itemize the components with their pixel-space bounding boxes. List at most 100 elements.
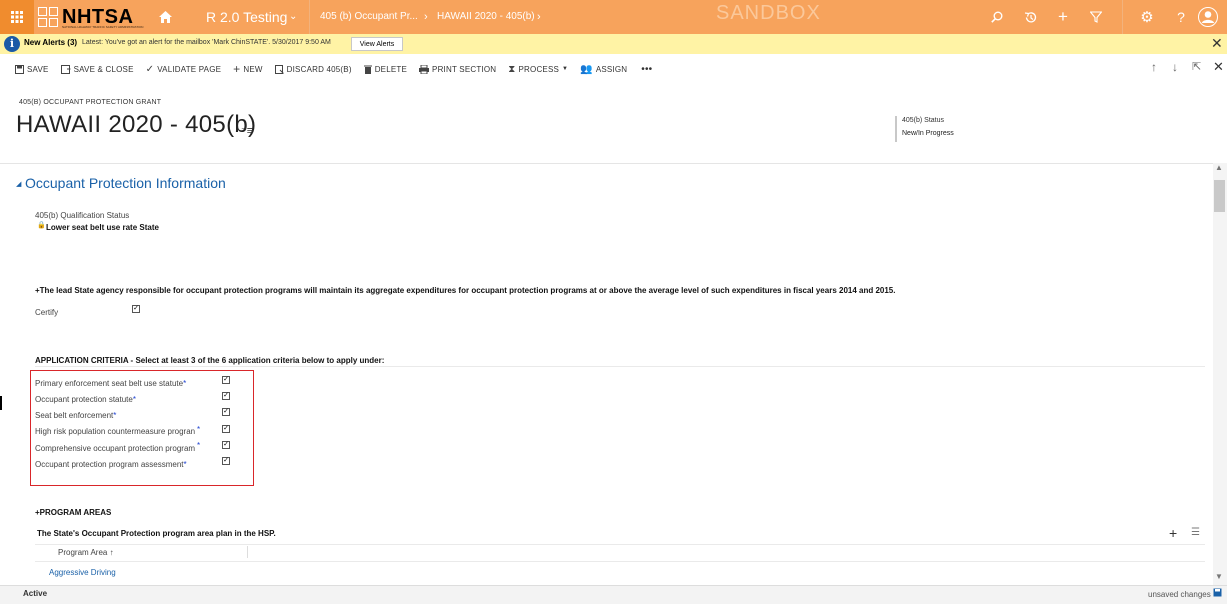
status-divider <box>895 116 897 142</box>
save-icon[interactable] <box>1213 588 1222 599</box>
info-icon: i <box>4 36 20 52</box>
app-grid-icon-svg <box>11 11 23 23</box>
status-label: 405(b) Status <box>902 117 945 124</box>
gear-icon[interactable]: ⚙ <box>1132 0 1162 34</box>
unsaved-changes-label: unsaved changes <box>1148 590 1211 599</box>
certify-checkbox[interactable]: ✓ <box>132 305 140 313</box>
close-record-icon[interactable]: ✕ <box>1213 59 1224 75</box>
print-icon <box>419 64 430 74</box>
home-icon[interactable] <box>150 0 180 34</box>
criteria-checkbox-occupant-protection-statute[interactable]: ✓ <box>222 392 230 400</box>
user-avatar-icon[interactable] <box>1193 0 1223 34</box>
print-section-button[interactable]: PRINT SECTION <box>419 64 496 74</box>
status-value: New/In Progress <box>902 130 954 137</box>
trash-icon <box>363 65 372 74</box>
plus-icon[interactable]: + <box>1048 0 1078 34</box>
grid-row-link[interactable]: Aggressive Driving <box>49 568 116 577</box>
help-icon[interactable]: ? <box>1166 0 1196 34</box>
process-icon: ⧗ <box>508 63 516 75</box>
close-icon[interactable]: ✕ <box>1211 35 1223 52</box>
history-icon[interactable] <box>1015 0 1045 34</box>
grid-top-border <box>35 544 1205 545</box>
section-collapse-icon[interactable]: ◢ <box>16 180 21 188</box>
section-title[interactable]: Occupant Protection Information <box>25 175 226 191</box>
criteria-heading: APPLICATION CRITERIA - Select at least 3… <box>35 356 385 365</box>
more-commands-button[interactable]: ••• <box>641 64 652 75</box>
grid-view-icon[interactable]: ☰ <box>1191 527 1200 538</box>
view-alerts-button[interactable]: View Alerts <box>351 37 403 51</box>
save-close-label: SAVE & CLOSE <box>73 64 134 74</box>
discard-button[interactable]: DISCARD 405(B) <box>274 64 352 74</box>
criteria-checkbox-high-risk[interactable]: ✓ <box>222 425 230 433</box>
app-name[interactable]: R 2.0 Testing <box>206 0 287 34</box>
assign-label: ASSIGN <box>595 64 628 74</box>
criteria-divider <box>35 366 1205 367</box>
add-program-area-icon[interactable]: + <box>1169 525 1177 541</box>
chevron-down-icon: ▼ <box>562 66 569 72</box>
delete-label: DELETE <box>374 64 408 74</box>
logo-tiles <box>38 7 58 27</box>
popout-icon[interactable]: ⇱ <box>1192 60 1201 73</box>
criteria-label-comprehensive: Comprehensive occupant protection progra… <box>35 444 195 453</box>
grid-column-header-program-area[interactable]: Program Area ↑ <box>58 548 114 557</box>
alert-message: Latest: You've got an alert for the mail… <box>82 39 331 46</box>
validate-icon: ✓ <box>145 63 155 75</box>
chevron-down-icon[interactable]: ⌄ <box>289 0 297 34</box>
criteria-label-seat-belt-enforcement: Seat belt enforcement* <box>35 411 117 420</box>
record-state: Active <box>23 589 48 598</box>
process-button[interactable]: ⧗ PROCESS ▼ <box>508 64 568 75</box>
search-icon[interactable] <box>982 0 1012 34</box>
app-grid-icon[interactable] <box>0 0 34 34</box>
breadcrumb-record[interactable]: HAWAII 2020 - 405(b) <box>437 0 535 34</box>
command-bar: SAVE SAVE & CLOSE ✓ VALIDATE PAGE + NEW … <box>0 58 1227 80</box>
maintain-statement: +The lead State agency responsible for o… <box>35 286 896 295</box>
criteria-checkbox-seat-belt-enforcement[interactable]: ✓ <box>222 408 230 416</box>
header-divider <box>0 163 1213 164</box>
alert-title: New Alerts (3) <box>24 38 78 47</box>
criteria-label-occupant-protection-statute: Occupant protection statute* <box>35 395 136 404</box>
required-marker: * <box>197 441 201 450</box>
arrow-up-icon[interactable]: ↑ <box>1151 60 1157 74</box>
grid-header-border <box>35 561 1205 562</box>
nav-separator <box>1122 0 1123 34</box>
breadcrumb-entity[interactable]: 405 (b) Occupant Pr... <box>320 0 418 34</box>
entity-label: 405(B) OCCUPANT PROTECTION GRANT <box>19 99 162 106</box>
scrollbar-thumb[interactable] <box>1214 180 1225 212</box>
required-marker: * <box>197 425 201 434</box>
delete-button[interactable]: DELETE <box>363 64 408 74</box>
new-label: NEW <box>243 64 263 74</box>
scrollbar-track[interactable] <box>1213 163 1227 585</box>
validate-page-button[interactable]: ✓ VALIDATE PAGE <box>146 64 222 75</box>
grid-column-separator <box>247 546 248 558</box>
arrow-down-icon[interactable]: ↓ <box>1172 60 1178 74</box>
chevron-right-icon[interactable]: › <box>537 0 541 34</box>
certify-label: Certify <box>35 308 59 317</box>
program-areas-heading: +PROGRAM AREAS <box>35 508 112 517</box>
nhtsa-logo[interactable]: NHTSA NATIONAL HIGHWAY TRAFFIC SAFETY AD… <box>38 3 143 31</box>
discard-label: DISCARD 405(B) <box>286 64 352 74</box>
save-icon <box>15 64 24 74</box>
new-button[interactable]: + NEW <box>233 62 262 76</box>
scroll-up-icon[interactable]: ▲ <box>1215 163 1223 172</box>
process-label: PROCESS <box>518 64 560 74</box>
qualification-value: Lower seat belt use rate State <box>46 223 159 232</box>
save-button[interactable]: SAVE <box>15 64 49 74</box>
criteria-checkbox-assessment[interactable]: ✓ <box>222 457 230 465</box>
program-plan-label: The State's Occupant Protection program … <box>37 529 276 538</box>
criteria-label-primary-enforcement: Primary enforcement seat belt use statut… <box>35 379 187 388</box>
plus-icon: + <box>233 62 241 76</box>
criteria-checkbox-primary-enforcement[interactable]: ✓ <box>222 376 230 384</box>
record-title: HAWAII 2020 - 405(b) <box>16 111 257 138</box>
scroll-down-icon[interactable]: ▼ <box>1215 572 1223 581</box>
filter-icon[interactable] <box>1081 0 1111 34</box>
criteria-label-high-risk: High risk population countermeasure prog… <box>35 427 195 436</box>
assign-button[interactable]: 👥 ASSIGN <box>580 64 627 75</box>
save-label: SAVE <box>27 64 49 74</box>
validate-label: VALIDATE PAGE <box>157 64 222 74</box>
chevron-right-icon: › <box>424 11 428 23</box>
form-selector-icon[interactable]: ⁻≡ <box>241 124 253 137</box>
save-close-button[interactable]: SAVE & CLOSE <box>60 64 134 74</box>
nav-separator <box>309 0 310 34</box>
status-bar <box>0 585 1227 604</box>
criteria-checkbox-comprehensive[interactable]: ✓ <box>222 441 230 449</box>
